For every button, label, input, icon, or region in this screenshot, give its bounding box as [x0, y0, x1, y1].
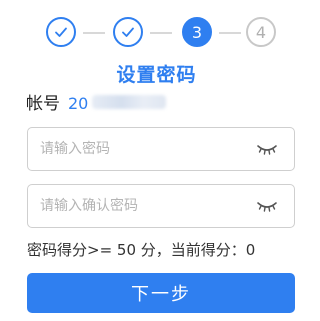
password-input[interactable] [40, 134, 240, 164]
step-1-complete [46, 17, 76, 47]
step-3-current: 3 [182, 17, 212, 47]
step-connector [150, 32, 172, 34]
progress-stepper: 3 4 [46, 17, 276, 51]
confirm-password-field[interactable] [27, 184, 295, 228]
step-number: 4 [255, 22, 267, 42]
step-4-pending: 4 [246, 17, 276, 47]
eye-closed-icon[interactable] [256, 199, 278, 213]
step-connector [219, 32, 241, 34]
step-connector [83, 32, 105, 34]
password-field[interactable] [27, 127, 295, 171]
eye-closed-icon[interactable] [256, 142, 278, 156]
step-number: 3 [191, 22, 203, 42]
account-row: 帐号 20 [26, 89, 167, 114]
check-icon [55, 27, 67, 37]
account-value: 20 [68, 94, 89, 113]
account-redacted-blur [92, 95, 167, 109]
confirm-password-input[interactable] [40, 191, 240, 221]
password-score-text: 密码得分>= 50 分，当前得分：0 [27, 241, 256, 259]
check-icon [122, 27, 134, 37]
step-2-complete [113, 17, 143, 47]
next-step-button[interactable]: 下一步 [27, 273, 295, 313]
page-title: 设置密码 [116, 64, 197, 86]
account-label: 帐号 [26, 94, 60, 114]
